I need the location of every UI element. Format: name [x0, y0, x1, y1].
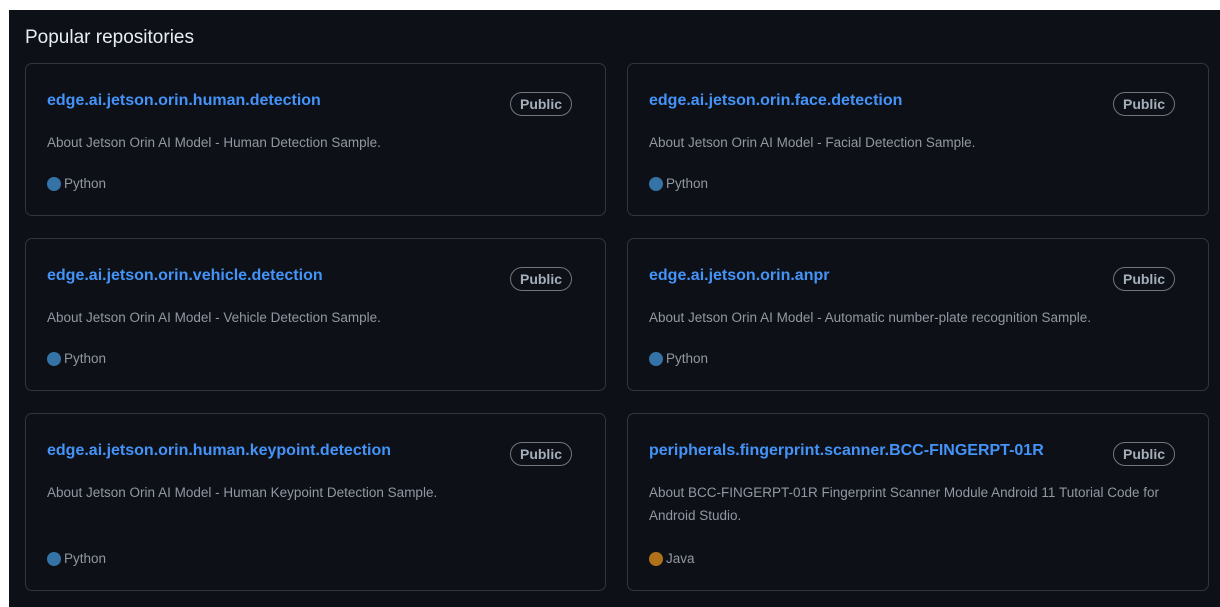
language-color-icon [47, 352, 61, 366]
language-color-icon [47, 552, 61, 566]
repo-name-link[interactable]: edge.ai.jetson.orin.human.keypoint.detec… [47, 441, 391, 461]
repo-card: edge.ai.jetson.orin.anpr Public About Je… [627, 238, 1209, 391]
repo-card: peripherals.fingerprint.scanner.BCC-FING… [627, 413, 1209, 591]
language-color-icon [649, 352, 663, 366]
repo-language: Python [649, 175, 708, 193]
visibility-badge: Public [509, 267, 572, 291]
visibility-badge: Public [509, 442, 572, 466]
language-label: Python [64, 351, 107, 366]
repo-description: About Jetson Orin AI Model - Human Detec… [47, 135, 381, 150]
repo-language: Python [47, 550, 106, 568]
visibility-badge: Public [509, 92, 572, 116]
repo-language: Java [649, 550, 695, 568]
repo-name-link[interactable]: peripherals.fingerprint.scanner.BCC-FING… [649, 441, 1044, 461]
repo-description: About BCC-FINGERPT-01R Fingerprint Scann… [649, 485, 1159, 523]
popular-repositories-panel: Popular repositories edge.ai.jetson.orin… [9, 10, 1220, 607]
repo-language: Python [47, 350, 106, 368]
repo-description: About Jetson Orin AI Model - Facial Dete… [649, 135, 976, 150]
repo-card: edge.ai.jetson.orin.face.detection Publi… [627, 63, 1209, 216]
repo-name-link[interactable]: edge.ai.jetson.orin.anpr [649, 266, 829, 286]
repo-name-link[interactable]: edge.ai.jetson.orin.human.detection [47, 91, 321, 111]
visibility-badge: Public [1112, 442, 1175, 466]
repo-description: About Jetson Orin AI Model - Human Keypo… [47, 485, 438, 500]
repo-description: About Jetson Orin AI Model - Vehicle Det… [47, 310, 381, 325]
repo-description: About Jetson Orin AI Model - Automatic n… [649, 310, 1091, 325]
repo-name-link[interactable]: edge.ai.jetson.orin.face.detection [649, 91, 902, 111]
repo-card: edge.ai.jetson.orin.vehicle.detection Pu… [25, 238, 606, 391]
repo-card: edge.ai.jetson.orin.human.keypoint.detec… [25, 413, 606, 591]
repo-language: Python [47, 175, 106, 193]
language-color-icon [649, 177, 663, 191]
repo-name-link[interactable]: edge.ai.jetson.orin.vehicle.detection [47, 266, 323, 286]
repo-card: edge.ai.jetson.orin.human.detection Publ… [25, 63, 606, 216]
language-color-icon [649, 552, 663, 566]
repo-language: Python [649, 350, 708, 368]
visibility-badge: Public [1112, 92, 1175, 116]
language-label: Java [666, 551, 695, 566]
language-label: Python [64, 176, 107, 191]
language-label: Python [666, 351, 709, 366]
visibility-badge: Public [1112, 267, 1175, 291]
language-color-icon [47, 177, 61, 191]
language-label: Python [64, 551, 107, 566]
language-label: Python [666, 176, 709, 191]
section-title: Popular repositories [25, 27, 194, 48]
